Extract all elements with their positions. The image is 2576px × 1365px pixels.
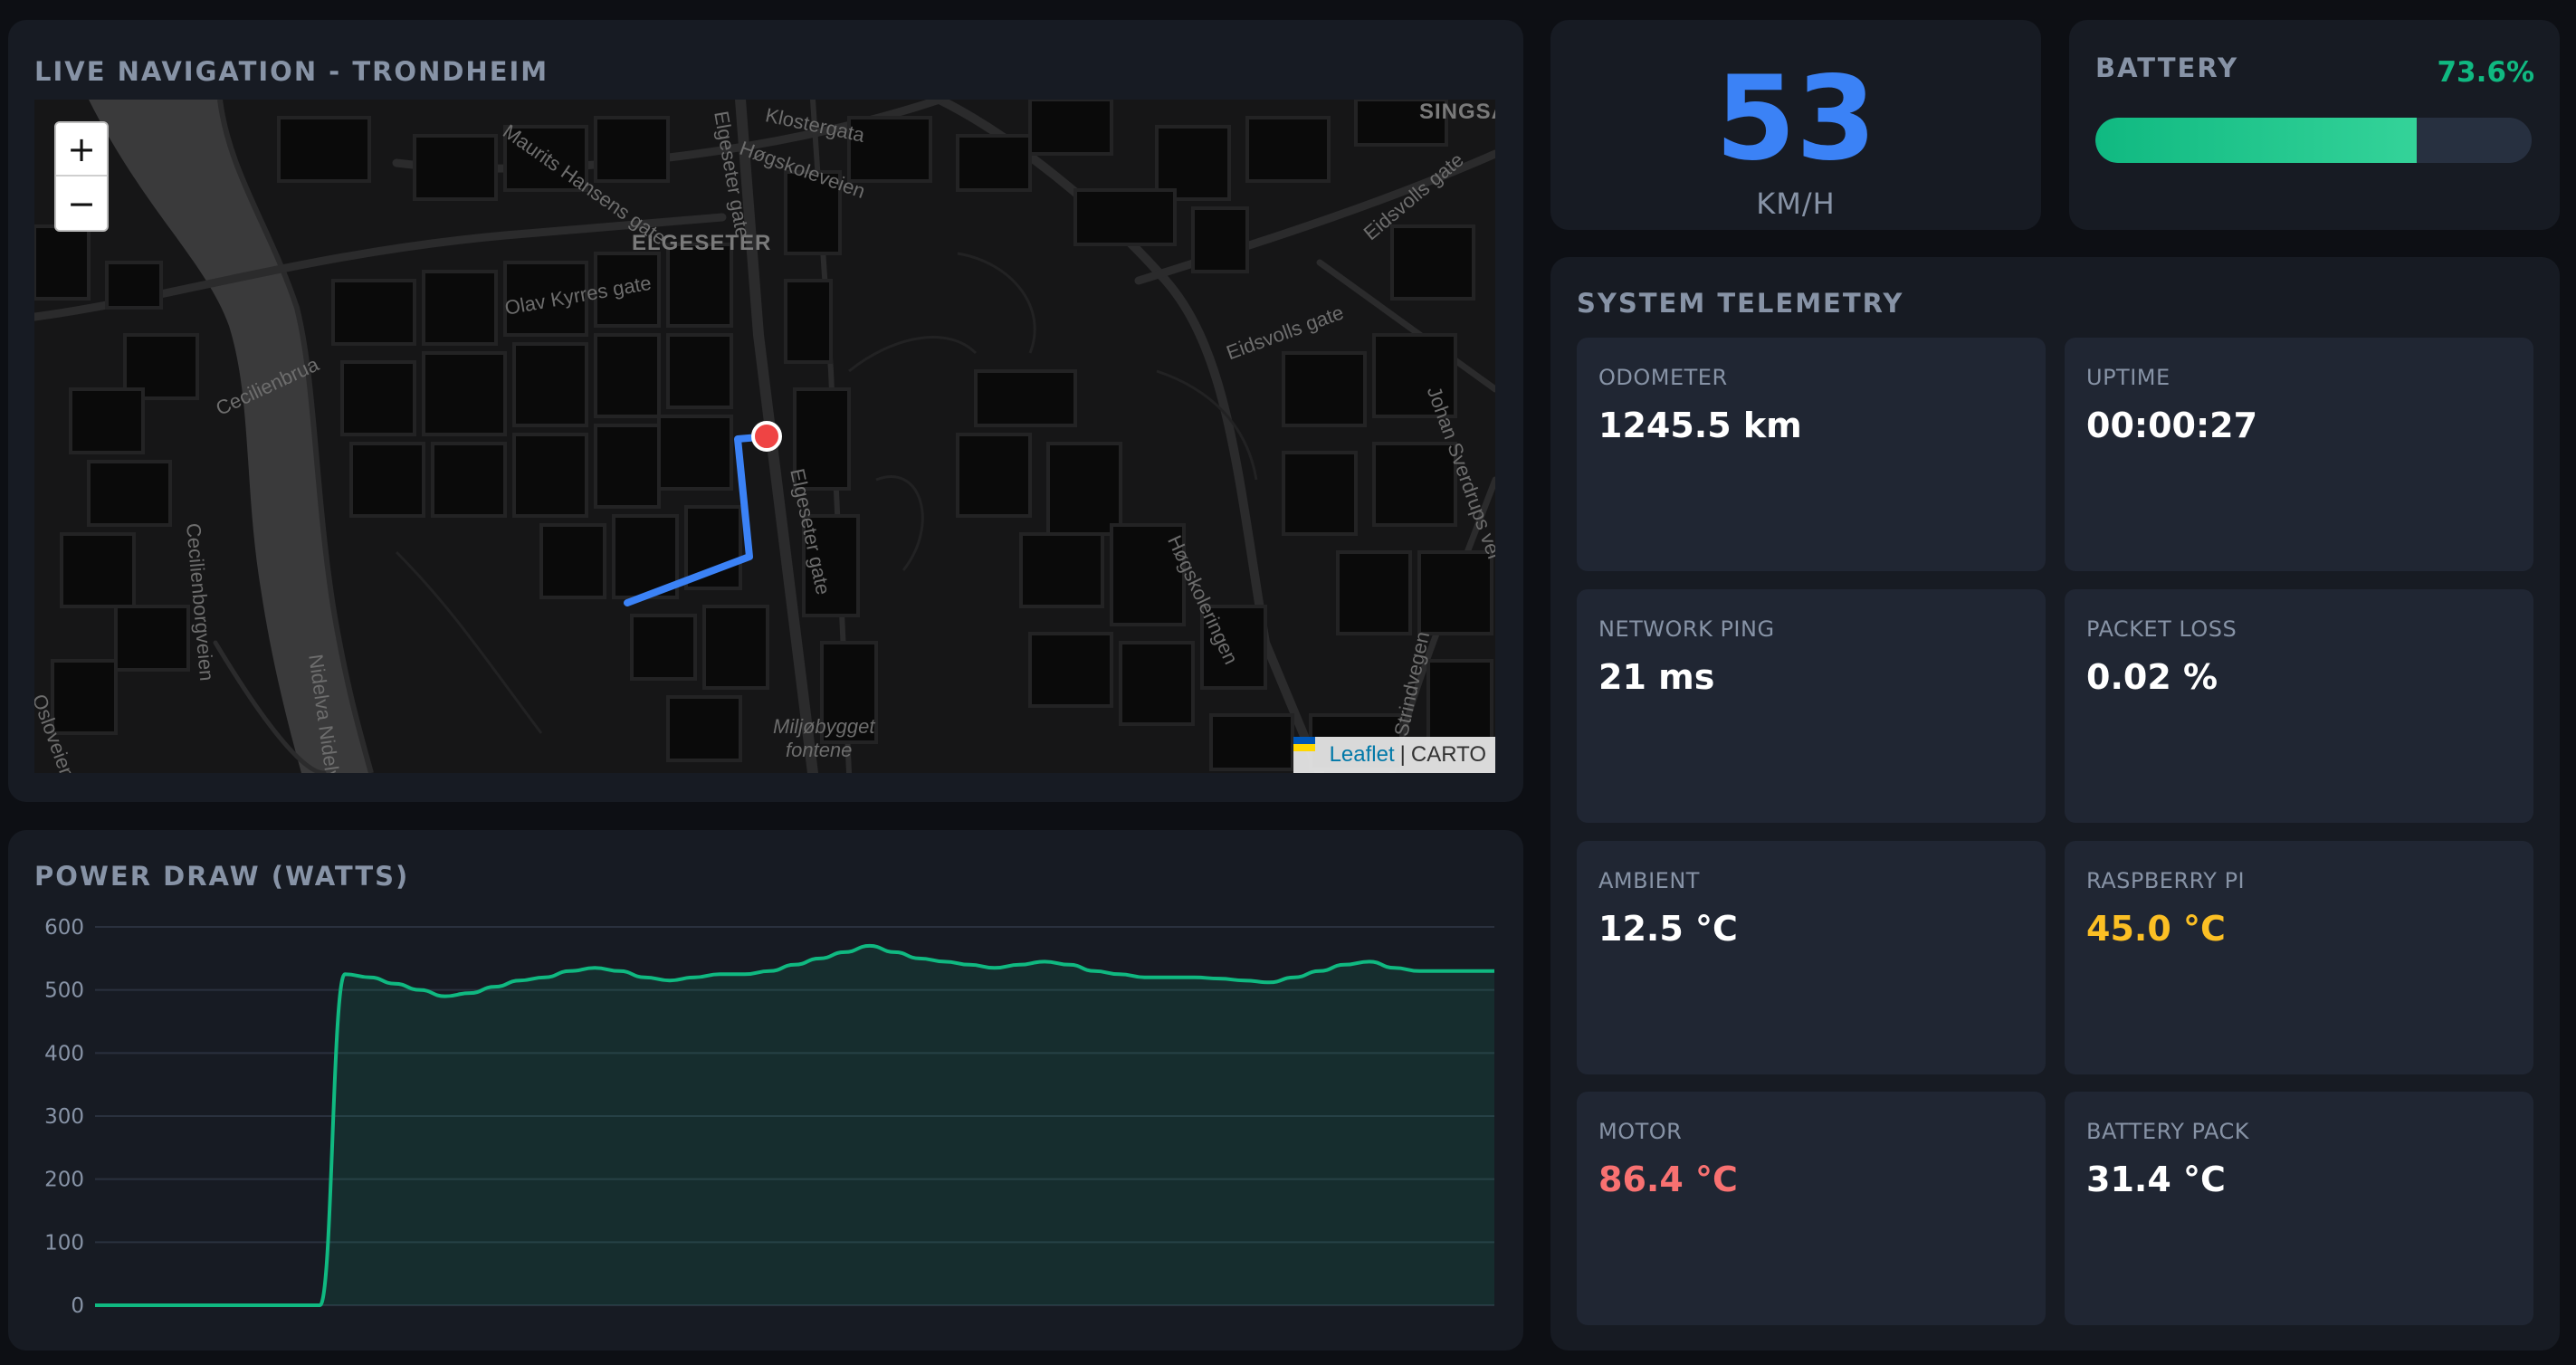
tile-value: 31.4 °C	[2086, 1160, 2226, 1199]
battery-percent: 73.6%	[2437, 56, 2534, 89]
battery-card: BATTERY 73.6%	[2069, 20, 2560, 230]
chart-y-tick-label: 600	[44, 916, 84, 940]
telemetry-tile-odometer: ODOMETER 1245.5 km	[1577, 338, 2046, 571]
power-area-fill	[95, 945, 1494, 1305]
battery-bar-fill	[2095, 118, 2417, 163]
zoom-control: + −	[54, 121, 109, 232]
chart-y-tick-label: 200	[44, 1169, 84, 1192]
map-tiles	[34, 100, 1495, 773]
map-title: LIVE NAVIGATION - TRONDHEIM	[34, 56, 549, 87]
tile-label: AMBIENT	[1598, 868, 1700, 893]
tile-label: ODOMETER	[1598, 365, 1728, 390]
carto-attribution[interactable]: CARTO	[1411, 742, 1486, 768]
tile-value: 0.02 %	[2086, 657, 2218, 697]
telemetry-title: SYSTEM TELEMETRY	[1577, 288, 1904, 319]
speed-card: 53 KM/H	[1550, 20, 2041, 230]
zoom-in-button[interactable]: +	[56, 123, 107, 177]
telemetry-tile-motor: MOTOR 86.4 °C	[1577, 1092, 2046, 1325]
chart-y-tick-label: 100	[44, 1231, 84, 1255]
vehicle-marker[interactable]	[751, 421, 782, 452]
map-attribution: Leaflet | CARTO	[1293, 737, 1495, 773]
battery-title: BATTERY	[2095, 52, 2239, 83]
tile-label: BATTERY PACK	[2086, 1119, 2249, 1144]
telemetry-tile-uptime: UPTIME 00:00:27	[2065, 338, 2533, 571]
tile-value: 45.0 °C	[2086, 909, 2226, 949]
tile-label: UPTIME	[2086, 365, 2171, 390]
map-label-miljobygget: Miljøbygget	[773, 715, 875, 738]
power-card: POWER DRAW (WATTS) 0 100 200 300 400 500 600	[8, 830, 1523, 1351]
tile-label: NETWORK PING	[1598, 616, 1775, 642]
tile-value: 1245.5 km	[1598, 406, 1802, 445]
telemetry-tile-packet-loss: PACKET LOSS 0.02 %	[2065, 589, 2533, 823]
map-card: LIVE NAVIGATION - TRONDHEIM ELGESETER SI…	[8, 20, 1523, 802]
power-chart: 0 100 200 300 400 500 600	[44, 916, 1494, 1318]
telemetry-card: SYSTEM TELEMETRY ODOMETER 1245.5 km UPTI…	[1550, 257, 2560, 1351]
telemetry-tile-raspberry-pi: RASPBERRY PI 45.0 °C	[2065, 841, 2533, 1074]
attribution-separator: |	[1399, 742, 1406, 767]
ukraine-flag-icon	[1293, 737, 1324, 762]
tile-value: 00:00:27	[2086, 406, 2258, 445]
telemetry-tile-battery-pack: BATTERY PACK 31.4 °C	[2065, 1092, 2533, 1325]
speed-value: 53	[1714, 52, 1877, 186]
telemetry-tile-network-ping: NETWORK PING 21 ms	[1577, 589, 2046, 823]
live-map[interactable]: ELGESETER SINGSA Klostergata Høgskolevei…	[34, 100, 1495, 773]
zoom-out-button[interactable]: −	[56, 177, 107, 230]
tile-value: 86.4 °C	[1598, 1160, 1738, 1199]
chart-y-tick-label: 500	[44, 979, 84, 1003]
speed-unit: KM/H	[1756, 186, 1836, 221]
map-label-fontene: fontene	[786, 739, 853, 761]
tile-value: 12.5 °C	[1598, 909, 1738, 949]
tile-value: 21 ms	[1598, 657, 1715, 697]
telemetry-tile-ambient: AMBIENT 12.5 °C	[1577, 841, 2046, 1074]
tile-label: RASPBERRY PI	[2086, 868, 2246, 893]
tile-label: PACKET LOSS	[2086, 616, 2237, 642]
battery-bar	[2095, 118, 2532, 163]
chart-y-tick-label: 300	[44, 1105, 84, 1129]
chart-y-tick-label: 400	[44, 1042, 84, 1065]
tile-label: MOTOR	[1598, 1119, 1683, 1144]
map-label-singsaker: SINGSA	[1419, 100, 1495, 124]
chart-y-tick-label: 0	[71, 1294, 84, 1318]
leaflet-link[interactable]: Leaflet	[1330, 742, 1395, 768]
